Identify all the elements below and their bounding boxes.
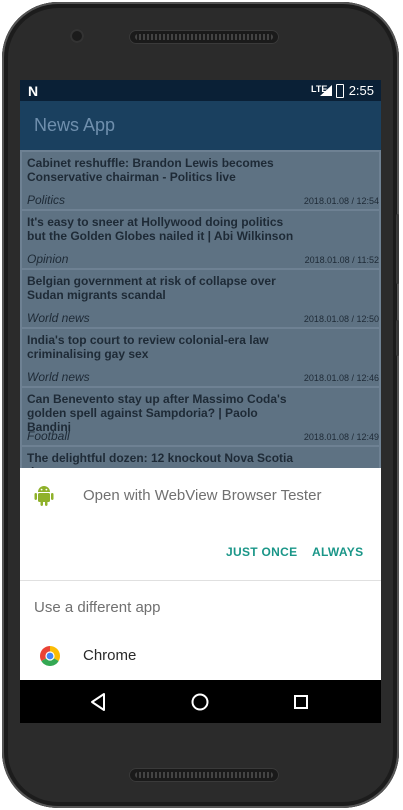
- battery-icon: [336, 84, 344, 98]
- home-icon[interactable]: [186, 688, 214, 716]
- news-date: 2018.01.08 / 12:50: [303, 314, 379, 324]
- status-time: 2:55: [348, 83, 374, 98]
- news-date: 2018.01.08 / 12:54: [303, 196, 379, 206]
- news-headline: It's easy to sneer at Hollywood doing po…: [27, 215, 294, 243]
- chrome-app-option[interactable]: Chrome: [83, 647, 136, 664]
- volume-button: [396, 214, 399, 284]
- chrome-icon[interactable]: [40, 646, 60, 666]
- news-section: Opinion: [27, 252, 69, 266]
- divider: [20, 580, 381, 581]
- news-item[interactable]: The delightful dozen: 12 knockout Nova S…: [22, 447, 379, 468]
- status-bar: N LTE 2:55: [20, 80, 381, 101]
- use-different-app-label: Use a different app: [34, 599, 161, 616]
- news-item[interactable]: Belgian government at risk of collapse o…: [22, 270, 379, 327]
- front-camera: [70, 29, 84, 43]
- power-button: [396, 320, 399, 356]
- news-list: Cabinet reshuffle: Brandon Lewis becomes…: [20, 150, 381, 468]
- news-headline: Belgian government at risk of collapse o…: [27, 274, 276, 302]
- news-headline: Can Benevento stay up after Massimo Coda…: [27, 392, 287, 434]
- lte-label: LTE: [311, 84, 328, 94]
- news-section: World news: [27, 311, 90, 325]
- recents-icon[interactable]: [287, 688, 315, 716]
- news-date: 2018.01.08 / 12:46: [303, 373, 379, 383]
- always-button[interactable]: ALWAYS: [312, 545, 363, 559]
- bottom-speaker: [129, 768, 279, 782]
- news-headline: The delightful dozen: 12 knockout Nova S…: [27, 451, 294, 468]
- news-headline: India's top court to review colonial-era…: [27, 333, 269, 361]
- news-item[interactable]: Can Benevento stay up after Massimo Coda…: [22, 388, 379, 445]
- news-item[interactable]: Cabinet reshuffle: Brandon Lewis becomes…: [22, 152, 379, 209]
- news-date: 2018.01.08 / 12:49: [303, 432, 379, 442]
- device-screen: N LTE 2:55 News App Cabinet reshuffle: B…: [20, 80, 381, 723]
- news-item[interactable]: India's top court to review colonial-era…: [22, 329, 379, 386]
- app-bar: News App: [20, 101, 381, 150]
- news-item[interactable]: It's easy to sneer at Hollywood doing po…: [22, 211, 379, 268]
- news-date: 2018.01.08 / 11:52: [304, 255, 379, 265]
- app-title: News App: [34, 115, 116, 135]
- top-speaker: [129, 30, 279, 44]
- open-with-label: Open with WebView Browser Tester: [83, 487, 322, 504]
- news-section: World news: [27, 370, 90, 384]
- just-once-button[interactable]: JUST ONCE: [226, 545, 297, 559]
- phone-frame: N LTE 2:55 News App Cabinet reshuffle: B…: [2, 2, 399, 808]
- open-with-chooser: Open with WebView Browser Tester JUST ON…: [20, 468, 381, 680]
- network-indicator: N: [28, 83, 39, 99]
- news-section: Football: [27, 429, 70, 443]
- news-headline: Cabinet reshuffle: Brandon Lewis becomes…: [27, 156, 274, 184]
- android-robot-icon: [34, 486, 54, 506]
- news-section: Politics: [27, 193, 66, 207]
- navigation-bar: [20, 680, 381, 723]
- back-icon[interactable]: [84, 688, 112, 716]
